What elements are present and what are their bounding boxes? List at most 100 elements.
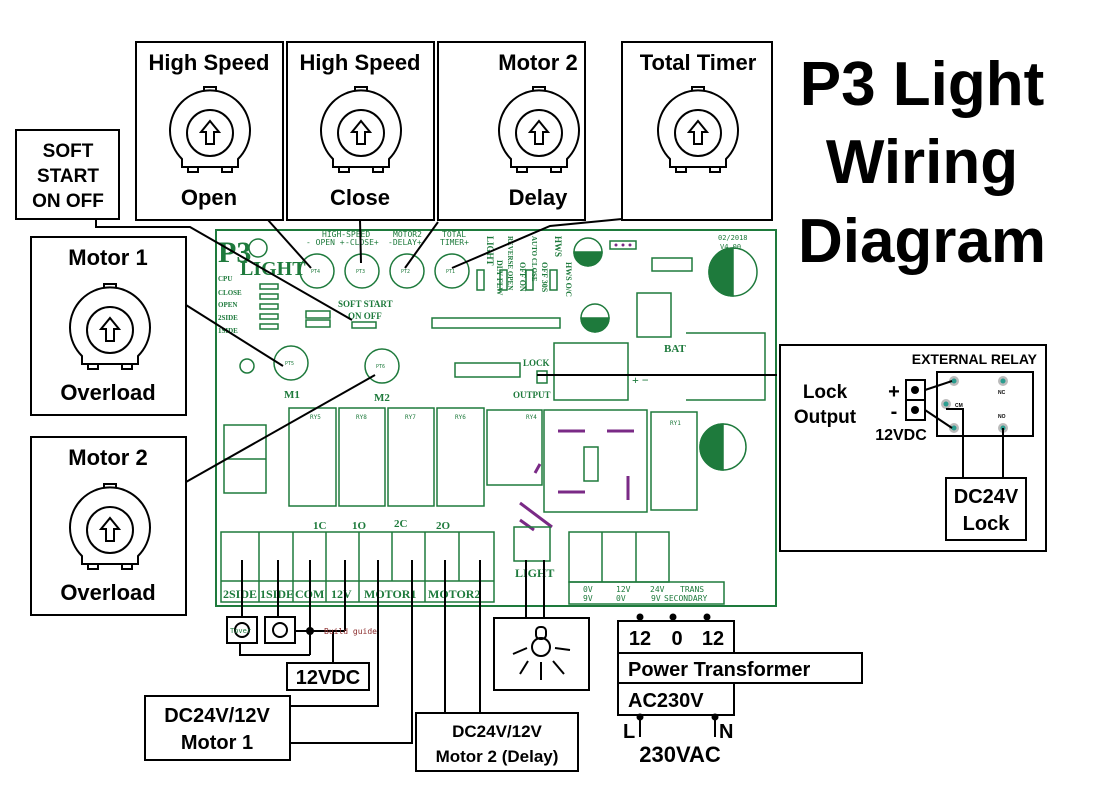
svg-text:-CLOSE+: -CLOSE+ bbox=[345, 238, 379, 247]
svg-text:TRANS: TRANS bbox=[680, 585, 704, 594]
svg-text:Motor 1: Motor 1 bbox=[68, 245, 147, 270]
svg-text:SECONDARY: SECONDARY bbox=[664, 594, 708, 603]
power-transformer: 12 0 12 Power Transformer AC230V L N 230… bbox=[617, 613, 863, 767]
svg-text:RY5: RY5 bbox=[310, 414, 321, 421]
svg-text:Lock: Lock bbox=[963, 513, 1011, 535]
motor1-box: DC24V/12V Motor 1 bbox=[144, 695, 291, 761]
terminal-2side[interactable]: 2SIDE bbox=[223, 587, 257, 601]
svg-text:12VDC: 12VDC bbox=[296, 667, 360, 689]
svg-text:HWS: HWS bbox=[553, 236, 563, 257]
svg-text:Overload: Overload bbox=[60, 380, 155, 405]
title-line1: P3 Light bbox=[800, 50, 1045, 119]
motor1-overload-callout: Motor 1 Overload bbox=[30, 236, 187, 416]
svg-text:2SIDE: 2SIDE bbox=[218, 314, 238, 322]
pot-callout-high-speed-close: High Speed Close bbox=[286, 41, 435, 221]
svg-text:12VDC: 12VDC bbox=[875, 427, 927, 444]
svg-text:12: 12 bbox=[629, 628, 651, 650]
svg-text:START: START bbox=[37, 166, 99, 187]
svg-text:RY7: RY7 bbox=[405, 414, 416, 421]
svg-text:PT4: PT4 bbox=[311, 269, 320, 275]
svg-text:AUTO CLOSE: AUTO CLOSE bbox=[530, 236, 538, 282]
svg-text:1C: 1C bbox=[313, 520, 327, 532]
svg-text:1O: 1O bbox=[352, 520, 367, 532]
svg-text:0: 0 bbox=[671, 628, 682, 650]
svg-text:PT2: PT2 bbox=[401, 269, 410, 275]
title-line3: Diagram bbox=[798, 207, 1046, 276]
svg-text:12V: 12V bbox=[616, 585, 631, 594]
svg-text:Lock: Lock bbox=[803, 382, 848, 403]
svg-text:2C: 2C bbox=[394, 518, 408, 530]
svg-text:Open: Open bbox=[181, 185, 237, 210]
svg-text:Motor 2: Motor 2 bbox=[498, 50, 577, 75]
svg-text:RY8: RY8 bbox=[356, 414, 367, 421]
svg-text:RY4: RY4 bbox=[526, 414, 537, 421]
svg-text:ON OFF: ON OFF bbox=[32, 191, 104, 212]
svg-text:NC: NC bbox=[998, 390, 1006, 396]
svg-text:AC230V: AC230V bbox=[628, 690, 704, 712]
svg-text:SOFT START: SOFT START bbox=[338, 299, 393, 309]
svg-text:High Speed: High Speed bbox=[299, 50, 420, 75]
svg-text:Output: Output bbox=[794, 407, 857, 428]
bottom-switch-tover[interactable]: Tover bbox=[226, 616, 258, 644]
svg-text:Total Timer: Total Timer bbox=[640, 50, 757, 75]
title-line2: Wiring bbox=[826, 128, 1018, 197]
pot-callout-total-timer: Total Timer bbox=[621, 41, 773, 221]
svg-text:- OPEN +: - OPEN + bbox=[306, 238, 345, 247]
svg-text:Power Transformer: Power Transformer bbox=[628, 659, 811, 681]
wiring-diagram: P3 Light Wiring Diagram SOFT START ON OF… bbox=[15, 41, 1047, 772]
svg-text:PT3: PT3 bbox=[356, 269, 365, 275]
svg-text:ON OFF: ON OFF bbox=[348, 311, 382, 321]
svg-text:-DELAY+: -DELAY+ bbox=[388, 238, 422, 247]
12vdc-supply-box: 12VDC bbox=[286, 662, 370, 691]
light-bulb-box bbox=[493, 617, 590, 691]
svg-text:9V: 9V bbox=[651, 594, 661, 603]
svg-text:DC24V: DC24V bbox=[954, 486, 1019, 508]
svg-text:9V: 9V bbox=[583, 594, 593, 603]
svg-text:DC24V/12V: DC24V/12V bbox=[164, 705, 270, 727]
terminal-12v[interactable]: 12V bbox=[331, 587, 352, 601]
svg-text:-: - bbox=[891, 401, 898, 423]
svg-text:OFF 30S: OFF 30S bbox=[540, 262, 549, 293]
svg-text:0V: 0V bbox=[583, 585, 593, 594]
diagram-title: P3 Light Wiring Diagram bbox=[798, 50, 1046, 276]
svg-text:Tover: Tover bbox=[230, 627, 251, 635]
external-relay-panel: EXTERNAL RELAY Lock Output + - 12VDC CM … bbox=[779, 344, 1047, 552]
svg-text:PT1: PT1 bbox=[446, 269, 455, 275]
svg-text:High Speed: High Speed bbox=[148, 50, 269, 75]
svg-text:RY1: RY1 bbox=[670, 420, 681, 427]
svg-text:SOFT: SOFT bbox=[43, 141, 94, 162]
junction-dot bbox=[306, 627, 314, 635]
svg-text:Close: Close bbox=[330, 185, 390, 210]
svg-text:Delay: Delay bbox=[509, 185, 568, 210]
svg-text:Motor 2 (Delay): Motor 2 (Delay) bbox=[436, 747, 559, 766]
terminal-motor1[interactable]: MOTOR1 bbox=[364, 587, 416, 601]
svg-text:DC24V/12V: DC24V/12V bbox=[452, 722, 542, 741]
bottom-switch-button[interactable] bbox=[264, 616, 296, 644]
svg-text:LOCK: LOCK bbox=[523, 358, 550, 368]
svg-text:Overload: Overload bbox=[60, 580, 155, 605]
pot-callout-motor2-delay: Motor 2 Delay bbox=[437, 41, 586, 221]
external-relay-title: EXTERNAL RELAY bbox=[912, 351, 1038, 367]
svg-text:24V: 24V bbox=[650, 585, 665, 594]
svg-text:02/2018: 02/2018 bbox=[718, 234, 748, 242]
svg-text:LIGHT: LIGHT bbox=[515, 566, 554, 580]
motor2-overload-callout: Motor 2 Overload bbox=[30, 436, 187, 616]
svg-text:HWS O/C: HWS O/C bbox=[564, 262, 573, 297]
svg-text:OUTPUT: OUTPUT bbox=[513, 390, 551, 400]
12vdc-terminal[interactable] bbox=[905, 379, 926, 421]
svg-text:PT6: PT6 bbox=[376, 364, 385, 370]
svg-text:N: N bbox=[719, 721, 733, 743]
svg-text:RY6: RY6 bbox=[455, 414, 466, 421]
motor2-box: DC24V/12V Motor 2 (Delay) bbox=[415, 712, 579, 772]
svg-text:PT5: PT5 bbox=[285, 361, 294, 367]
svg-text:M1: M1 bbox=[284, 389, 300, 401]
svg-text:BAT: BAT bbox=[664, 343, 686, 355]
pot-callout-high-speed-open: High Speed Open bbox=[135, 41, 284, 221]
svg-text:230VAC: 230VAC bbox=[639, 742, 721, 767]
watermark: Build guide bbox=[324, 627, 377, 636]
svg-text:0V: 0V bbox=[616, 594, 626, 603]
svg-text:M2: M2 bbox=[374, 392, 390, 404]
svg-text:12: 12 bbox=[702, 628, 724, 650]
terminal-motor2[interactable]: MOTOR2 bbox=[428, 587, 480, 601]
svg-text:CPU: CPU bbox=[218, 275, 232, 283]
